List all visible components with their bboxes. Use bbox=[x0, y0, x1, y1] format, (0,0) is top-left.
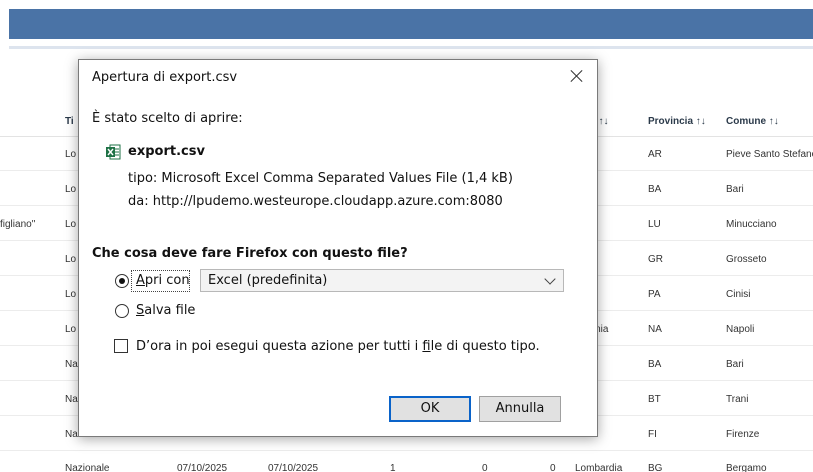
col-header-tipo[interactable]: Ti bbox=[65, 115, 74, 129]
cell-provincia: BA bbox=[648, 184, 662, 195]
cell-data-inizio: 07/10/2025 bbox=[177, 463, 228, 472]
cell-comune: Minucciano bbox=[726, 219, 777, 230]
cell-comune: Bari bbox=[726, 359, 744, 370]
open-with-radio[interactable] bbox=[115, 274, 129, 288]
file-source: da: http://lpudemo.westeurope.cloudapp.a… bbox=[128, 194, 503, 209]
cell-provincia: LU bbox=[648, 219, 661, 230]
cell-provincia: BG bbox=[648, 463, 663, 472]
save-file-label[interactable]: Salva file bbox=[136, 303, 195, 318]
cell-count-1: 1 bbox=[390, 463, 396, 472]
cell-tipo: Na bbox=[65, 394, 78, 405]
cell-data-fine: 07/10/2025 bbox=[268, 463, 319, 472]
cell-comune: Pieve Santo Stefano bbox=[726, 149, 813, 160]
cell-provincia: PA bbox=[648, 289, 661, 300]
cell-tipo: Lo bbox=[65, 254, 77, 265]
dialog-title: Apertura di export.csv bbox=[92, 70, 238, 85]
cell-tipo: Lo bbox=[65, 289, 77, 300]
app-select[interactable]: Excel (predefinita) bbox=[200, 269, 564, 292]
cell-tipo: Lo bbox=[65, 184, 77, 195]
cell-provincia: BA bbox=[648, 359, 662, 370]
cell-provincia: BT bbox=[648, 394, 661, 405]
cell-provincia: AR bbox=[648, 149, 662, 160]
ok-button[interactable]: OK bbox=[389, 396, 471, 422]
chosen-label: È stato scelto di aprire: bbox=[92, 111, 243, 126]
remember-checkbox[interactable] bbox=[114, 339, 128, 353]
cell-tipo: Na bbox=[65, 429, 78, 440]
cell-provincia: FI bbox=[648, 429, 657, 440]
cell-comune: Bergamo bbox=[726, 463, 767, 472]
cell-comune: Napoli bbox=[726, 324, 755, 335]
file-name: export.csv bbox=[128, 144, 205, 159]
app-select-value: Excel (predefinita) bbox=[208, 273, 328, 288]
header-divider bbox=[9, 46, 813, 49]
cell-count-3: 0 bbox=[550, 463, 556, 472]
file-type: tipo: Microsoft Excel Comma Separated Va… bbox=[128, 171, 513, 186]
cell-tipo: Na bbox=[65, 359, 78, 370]
cell-provincia: GR bbox=[648, 254, 663, 265]
open-with-label[interactable]: Apri con bbox=[136, 273, 190, 288]
download-dialog: Apertura di export.csv È stato scelto di… bbox=[78, 59, 598, 437]
cell-count-2: 0 bbox=[482, 463, 488, 472]
close-icon[interactable] bbox=[567, 66, 587, 86]
cell-tipo: Lo bbox=[65, 149, 77, 160]
cell-comune: Trani bbox=[726, 394, 749, 405]
excel-csv-icon bbox=[106, 144, 121, 160]
cell-comune: Grosseto bbox=[726, 254, 767, 265]
col-header-provincia[interactable]: Provincia ↑↓ bbox=[648, 115, 706, 129]
cancel-button[interactable]: Annulla bbox=[479, 396, 561, 422]
app-header-bar bbox=[9, 9, 813, 39]
cell-extra: figliano" bbox=[0, 219, 36, 230]
table-row[interactable]: Nazionale 07/10/2025 07/10/2025 1 0 0 Lo… bbox=[0, 456, 813, 472]
cell-comune: Firenze bbox=[726, 429, 760, 440]
action-question: Che cosa deve fare Firefox con questo fi… bbox=[92, 246, 408, 261]
cell-regione: Lombardia bbox=[575, 463, 623, 472]
cell-tipo: Lo bbox=[65, 219, 77, 230]
cell-tipo: Nazionale bbox=[65, 463, 110, 472]
cell-comune: Bari bbox=[726, 184, 744, 195]
chevron-down-icon bbox=[544, 273, 556, 285]
cell-provincia: NA bbox=[648, 324, 662, 335]
remember-label[interactable]: D’ora in poi esegui questa azione per tu… bbox=[136, 339, 540, 354]
col-header-comune[interactable]: Comune ↑↓ bbox=[726, 115, 779, 129]
cell-comune: Cinisi bbox=[726, 289, 751, 300]
cell-tipo: Lo bbox=[65, 324, 77, 335]
save-file-radio[interactable] bbox=[115, 304, 129, 318]
